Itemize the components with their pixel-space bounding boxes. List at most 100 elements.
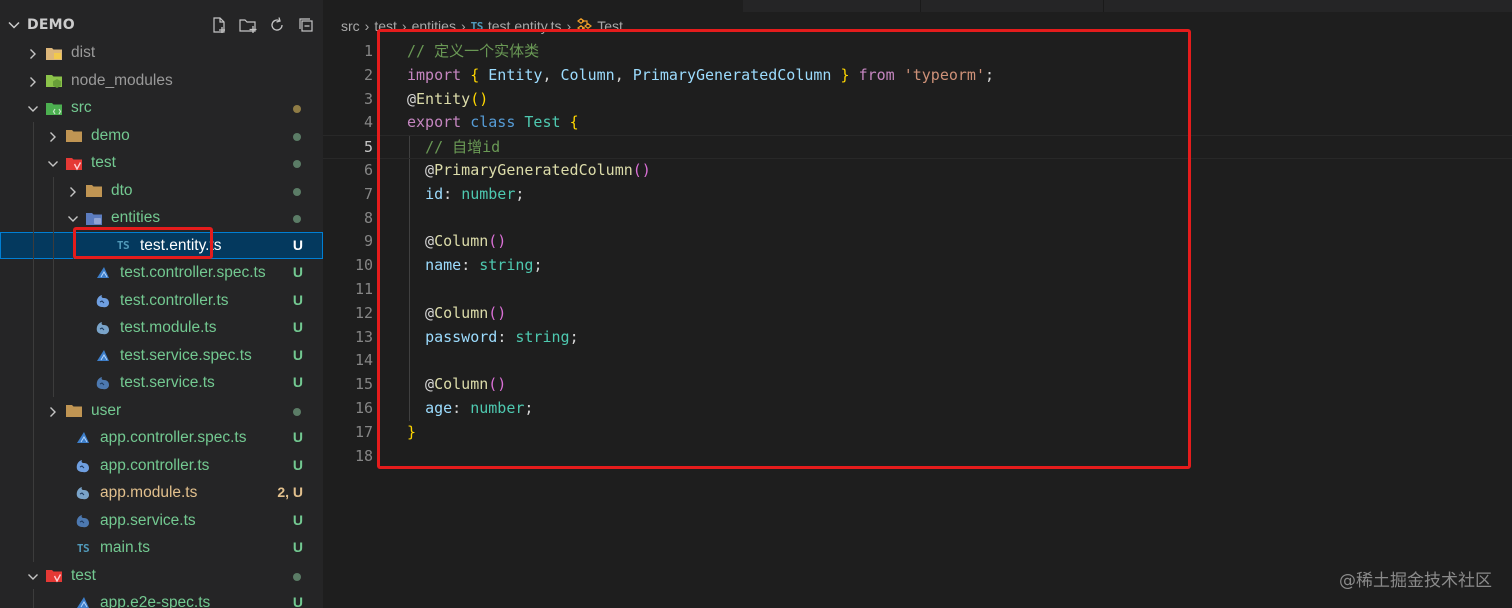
explorer-actions: [208, 14, 317, 36]
tree-folder-dist[interactable]: dist: [0, 39, 323, 67]
chevron-down-icon[interactable]: [66, 211, 80, 225]
explorer-header[interactable]: DEMO: [0, 12, 323, 38]
indent-guide: [53, 286, 54, 314]
breadcrumb-item-src[interactable]: src: [341, 18, 360, 34]
git-status-badge: U: [292, 429, 303, 445]
nest-spec-icon: [74, 595, 92, 608]
tree-item-label: test.controller.spec.ts: [120, 264, 266, 281]
chevron-right-icon[interactable]: [46, 404, 60, 418]
line-number: 5: [363, 138, 373, 157]
tree-file[interactable]: test.module.ts U: [0, 314, 323, 342]
tree-file[interactable]: TS main.ts U: [0, 534, 323, 562]
indent-guide: [33, 121, 34, 149]
line-number: 16: [354, 398, 373, 417]
tree-item-label: main.ts: [100, 539, 150, 556]
tree-folder-dto[interactable]: dto: [0, 176, 323, 204]
tree-folder-test[interactable]: test: [0, 149, 323, 177]
chevron-right-icon[interactable]: [46, 129, 60, 143]
tree-file[interactable]: test.controller.ts U: [0, 286, 323, 314]
nest-service-icon: [74, 513, 92, 529]
indent-guide: [33, 396, 34, 424]
tree-folder-demo[interactable]: demo: [0, 121, 323, 149]
tree-file[interactable]: test.service.ts U: [0, 369, 323, 397]
indent-guide: [33, 314, 34, 342]
tree-file[interactable]: app.controller.spec.ts U: [0, 424, 323, 452]
tree-folder-node_modules[interactable]: node_modules: [0, 67, 323, 95]
line-number: 10: [354, 256, 373, 275]
line-number: 6: [363, 160, 373, 179]
tree-item-label: app.controller.ts: [100, 456, 210, 474]
indent-guide: [33, 231, 34, 259]
indent-guide: [33, 369, 34, 397]
tree-item-label: app.e2e-spec.ts: [100, 594, 211, 608]
indent-guide: [33, 341, 34, 369]
folder-icon: [85, 183, 103, 199]
nest-controller-icon: [74, 458, 92, 474]
tree-item-label: dist: [71, 44, 96, 61]
tree-file[interactable]: test.service.spec.ts U: [0, 341, 323, 369]
nest-service-icon: [94, 375, 112, 391]
tree-item-label: app.controller.spec.ts: [100, 429, 247, 446]
tree-file[interactable]: app.controller.ts U: [0, 451, 323, 479]
tree-folder-user[interactable]: user: [0, 396, 323, 424]
git-status-dot: [293, 160, 301, 168]
nest-spec-icon: [94, 348, 112, 364]
refresh-icon[interactable]: [266, 14, 288, 36]
indent-guide: [53, 204, 54, 232]
chevron-down-icon[interactable]: [26, 569, 40, 583]
folder-icon: [65, 128, 83, 144]
collapse-all-icon[interactable]: [295, 14, 317, 36]
indent-guide: [33, 589, 34, 608]
git-status-dot: [293, 187, 301, 196]
line-number: 14: [354, 351, 373, 370]
indent-guide: [33, 451, 34, 479]
tab-strip: [743, 0, 1512, 12]
git-status-badge: U: [292, 236, 303, 253]
chevron-right-icon[interactable]: [26, 46, 40, 60]
git-status-badge: U: [292, 291, 303, 308]
nest-spec-icon: [94, 265, 112, 281]
tree-file[interactable]: app.service.ts U: [0, 506, 323, 534]
git-status-badge: U: [292, 319, 303, 335]
indent-guide: [33, 259, 34, 287]
indent-guide: [53, 259, 54, 287]
indent-guide: [33, 534, 34, 562]
chevron-right-icon[interactable]: [66, 184, 80, 198]
watermark: @稀土掘金技术社区: [1339, 571, 1492, 591]
new-file-icon[interactable]: [208, 14, 230, 36]
folder-test-icon: [45, 568, 63, 584]
nest-module-icon: [74, 485, 92, 501]
line-number: 17: [354, 422, 373, 441]
line-number: 18: [354, 446, 373, 465]
git-status-badge: U: [292, 346, 303, 363]
tree-item-label: test.service.ts: [120, 374, 215, 391]
typescript-icon: TS: [76, 541, 90, 555]
explorer-title: DEMO: [27, 17, 75, 33]
indent-guide: [53, 176, 54, 204]
indent-guide: [33, 149, 34, 177]
tree-item-label: dto: [111, 181, 133, 199]
chevron-down-icon[interactable]: [7, 17, 21, 36]
tree-item-label: app.module.ts: [100, 484, 198, 501]
chevron-down-icon[interactable]: [26, 101, 40, 115]
git-status-badge: U: [292, 374, 303, 390]
tree-folder-test[interactable]: test: [0, 562, 323, 590]
new-folder-icon[interactable]: [237, 14, 259, 36]
folder-icon: [65, 403, 83, 419]
indent-guide: [53, 314, 54, 342]
chevron-down-icon[interactable]: [46, 156, 60, 170]
folder-dist-icon: [45, 45, 63, 61]
tree-folder-src[interactable]: src: [0, 94, 323, 122]
nest-spec-icon: [74, 430, 92, 446]
tree-file[interactable]: app.module.ts 2, U: [0, 479, 323, 507]
line-number: 11: [354, 279, 373, 298]
line-number: 12: [354, 303, 373, 322]
line-number: 9: [363, 232, 373, 251]
chevron-right-icon[interactable]: [26, 74, 40, 88]
tree-file[interactable]: test.controller.spec.ts U: [0, 259, 323, 287]
tree-file[interactable]: app.e2e-spec.ts U: [0, 589, 323, 608]
nest-controller-icon: [94, 293, 112, 309]
line-number: 3: [363, 89, 373, 108]
indent-guide: [33, 176, 34, 204]
file-tree: dist node_modules src demo test dto entities TS…: [0, 39, 323, 608]
